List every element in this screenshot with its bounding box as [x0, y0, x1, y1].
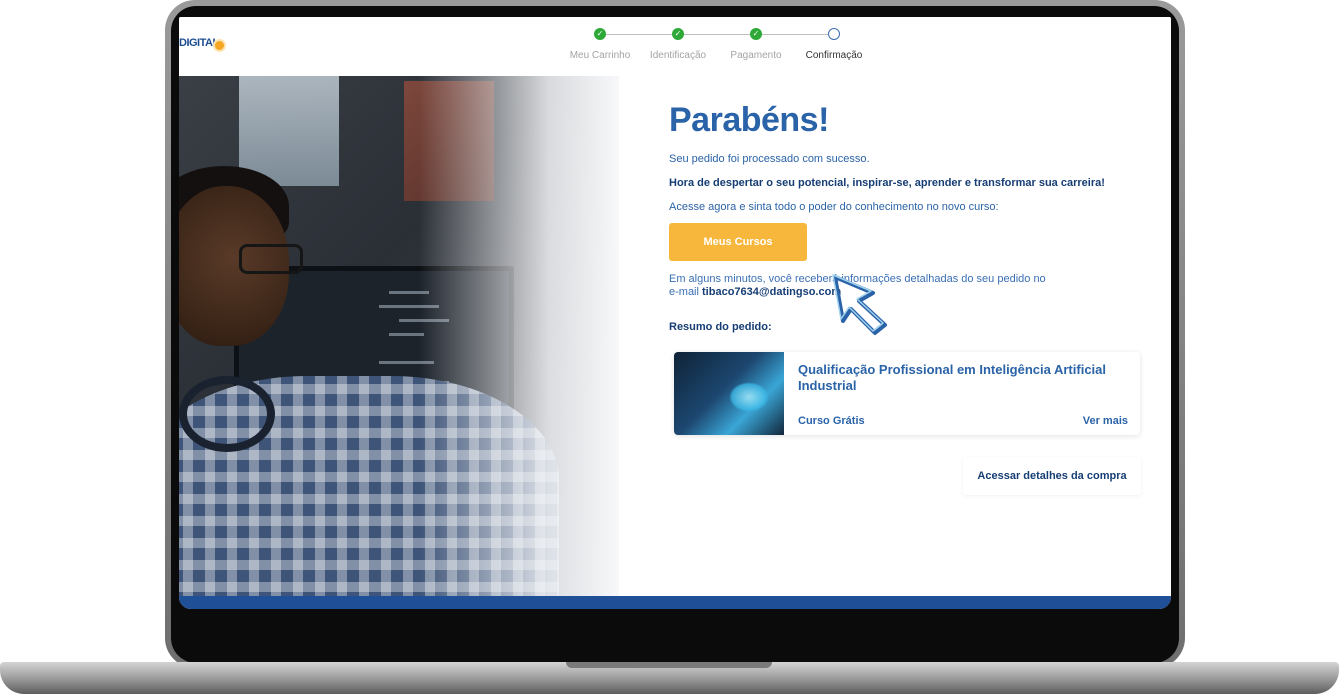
course-thumbnail	[674, 352, 784, 435]
order-item-card[interactable]: Qualificação Profissional em Inteligênci…	[674, 352, 1140, 435]
see-more-link[interactable]: Ver mais	[1083, 415, 1128, 427]
hero-glasses	[239, 244, 303, 274]
my-courses-button[interactable]: Meus Cursos	[669, 223, 807, 261]
email-prefix: e-mail	[669, 286, 703, 298]
step-connector	[606, 34, 672, 35]
step-done-check-icon: ✓	[672, 28, 684, 40]
step-connector	[684, 34, 750, 35]
browser-screen: DIGITAL ✓ Meu Carrinho ✓ Identificação ✓…	[179, 17, 1171, 609]
checkout-header: DIGITAL ✓ Meu Carrinho ✓ Identificação ✓…	[179, 17, 1171, 76]
step-label-identification: Identificação	[649, 50, 707, 61]
page-title: Parabéns!	[669, 101, 829, 139]
hero-headphones	[179, 376, 275, 452]
laptop-base-notch	[566, 662, 772, 668]
step-done-check-icon: ✓	[750, 28, 762, 40]
hero-fade-overlay	[419, 76, 619, 596]
step-done-check-icon: ✓	[594, 28, 606, 40]
footer-bar	[179, 596, 1171, 609]
hero-window	[239, 76, 339, 186]
course-title: Qualificação Profissional em Inteligênci…	[798, 362, 1107, 393]
step-label-cart: Meu Carrinho	[569, 50, 631, 61]
course-thumbnail-glow	[729, 382, 769, 412]
brand-logo-dot	[213, 39, 226, 52]
step-connector	[762, 34, 828, 35]
purchase-details-button[interactable]: Acessar detalhes da compra	[963, 457, 1141, 495]
order-summary-heading: Resumo do pedido:	[669, 321, 772, 333]
step-label-confirmation: Confirmação	[805, 50, 863, 61]
access-text: Acesse agora e sinta todo o poder do con…	[669, 201, 999, 213]
mouse-pointer-icon	[832, 274, 887, 335]
motto-text: Hora de despertar o seu potencial, inspi…	[669, 177, 1105, 189]
customer-email: tibaco7634@datingso.com	[702, 286, 842, 298]
course-price-tag: Curso Grátis	[798, 415, 865, 427]
step-label-payment: Pagamento	[730, 50, 782, 61]
success-message: Seu pedido foi processado com sucesso.	[669, 153, 870, 165]
hero-photo	[179, 76, 619, 596]
step-current-circle-icon	[828, 28, 840, 40]
